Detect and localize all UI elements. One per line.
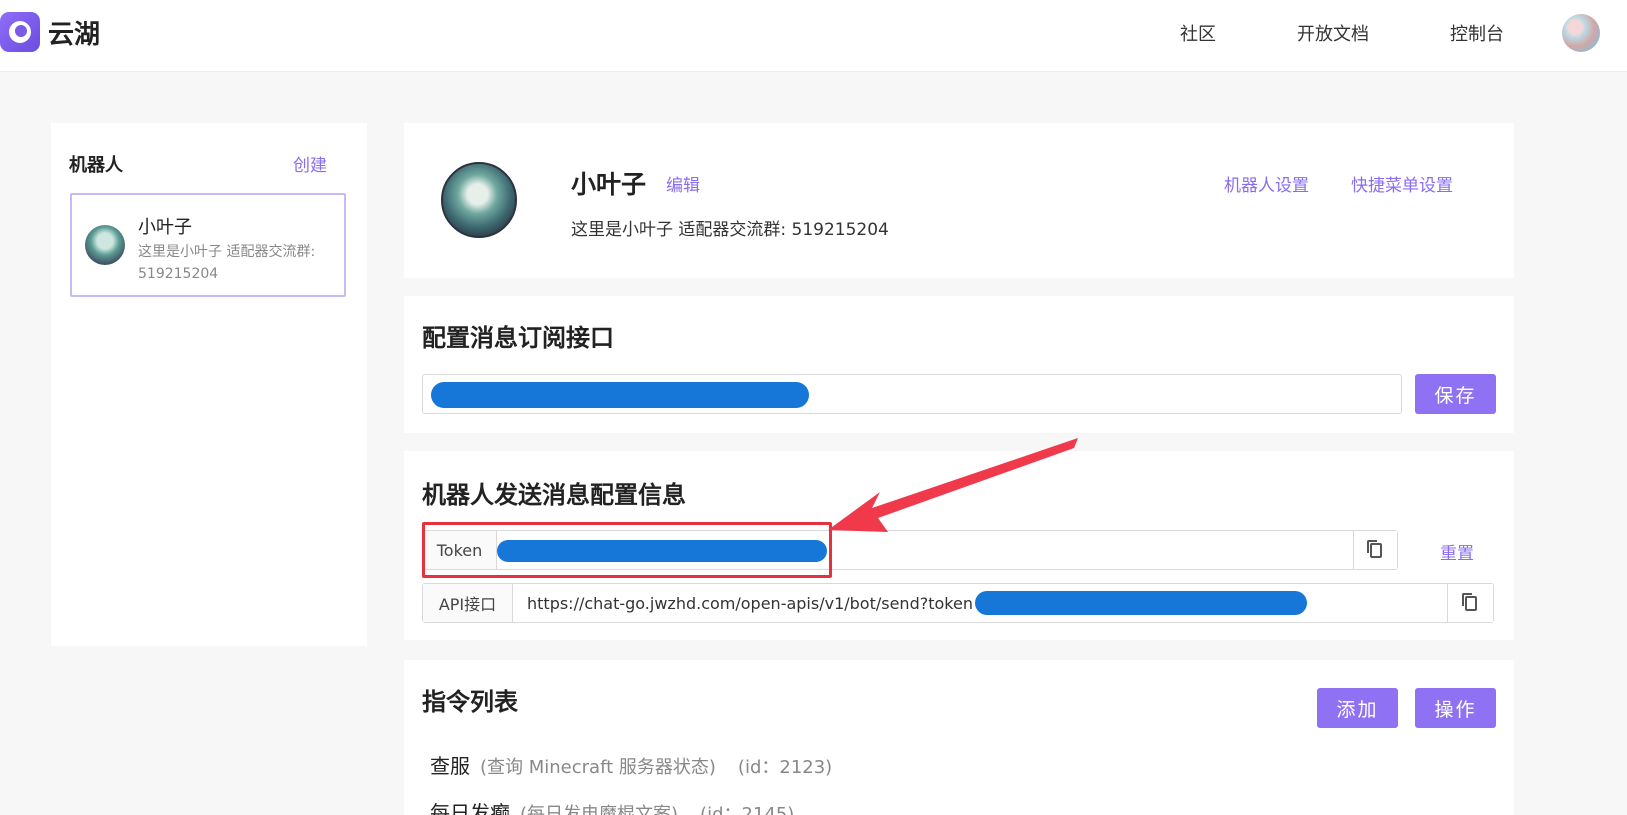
nav-community[interactable]: 社区	[1180, 20, 1216, 46]
bot-avatar	[85, 225, 125, 265]
brand-name: 云湖	[48, 19, 101, 50]
bot-list-item-name: 小叶子	[138, 217, 192, 238]
command-id: (id：2145)	[700, 804, 795, 815]
bot-avatar-large	[441, 162, 517, 238]
yunhu-logo-icon	[0, 12, 40, 52]
menu-settings-link[interactable]: 快捷菜单设置	[1351, 171, 1453, 196]
command-item[interactable]: 查服 (查询 Minecraft 服务器状态) (id：2123)	[430, 750, 832, 779]
send-config-title: 机器人发送消息配置信息	[422, 481, 686, 509]
command-name: 每日发癫	[430, 801, 510, 815]
edit-bot-link[interactable]: 编辑	[666, 171, 700, 196]
bot-profile-card: 小叶子 编辑 这里是小叶子 适配器交流群: 519215204 机器人设置 快捷…	[404, 123, 1514, 278]
copy-api-button[interactable]	[1447, 584, 1493, 622]
api-endpoint-field[interactable]: API接口 https://chat-go.jwzhd.com/open-api…	[422, 583, 1494, 623]
copy-token-button[interactable]	[1353, 531, 1397, 569]
api-url-text: https://chat-go.jwzhd.com/open-apis/v1/b…	[527, 593, 973, 613]
subscribe-url-input[interactable]	[422, 374, 1402, 414]
command-actions-button[interactable]: 操作	[1415, 688, 1496, 728]
bot-settings-link[interactable]: 机器人设置	[1224, 171, 1309, 196]
command-item[interactable]: 每日发癫 (每日发电魔棍文案) (id：2145)	[430, 797, 794, 815]
top-header: 云湖 社区 开放文档 控制台	[0, 0, 1627, 72]
reset-token-link[interactable]: 重置	[1440, 539, 1474, 564]
bot-list-item-desc: 这里是小叶子 适配器交流群: 519215204	[138, 244, 316, 282]
add-command-button[interactable]: 添加	[1317, 688, 1398, 728]
create-bot-link[interactable]: 创建	[293, 151, 327, 176]
user-avatar[interactable]	[1562, 14, 1600, 52]
bot-list-title: 机器人	[69, 155, 123, 176]
bot-list-item[interactable]: 小叶子 这里是小叶子 适配器交流群: 519215204	[70, 193, 346, 297]
nav-open-docs[interactable]: 开放文档	[1297, 20, 1369, 46]
subscribe-title: 配置消息订阅接口	[422, 324, 614, 352]
subscribe-config-card: 配置消息订阅接口 保存	[404, 296, 1514, 433]
nav-console[interactable]: 控制台	[1450, 20, 1504, 46]
command-id: (id：2123)	[737, 757, 833, 778]
bot-name: 小叶子	[571, 170, 647, 199]
annotation-arrow-icon	[828, 438, 1078, 532]
redacted-mask	[431, 382, 809, 408]
api-url-value[interactable]: https://chat-go.jwzhd.com/open-apis/v1/b…	[513, 584, 1447, 622]
save-button[interactable]: 保存	[1415, 374, 1496, 414]
redacted-mask	[974, 591, 1307, 615]
copy-icon	[1461, 592, 1477, 611]
api-label: API接口	[423, 584, 513, 622]
token-highlight-box	[422, 522, 832, 578]
command-name: 查服	[430, 754, 470, 778]
bot-description: 这里是小叶子 适配器交流群: 519215204	[571, 220, 889, 240]
copy-icon	[1366, 539, 1382, 558]
brand-logo[interactable]: 云湖	[0, 12, 100, 52]
command-desc: (查询 Minecraft 服务器状态)	[480, 757, 716, 778]
command-list-card: 指令列表 添加 操作 查服 (查询 Minecraft 服务器状态) (id：212…	[404, 660, 1514, 815]
bot-list-panel: 机器人 创建 小叶子 这里是小叶子 适配器交流群: 519215204	[51, 123, 367, 646]
command-list-title: 指令列表	[422, 688, 518, 716]
command-desc: (每日发电魔棍文案)	[520, 804, 679, 815]
